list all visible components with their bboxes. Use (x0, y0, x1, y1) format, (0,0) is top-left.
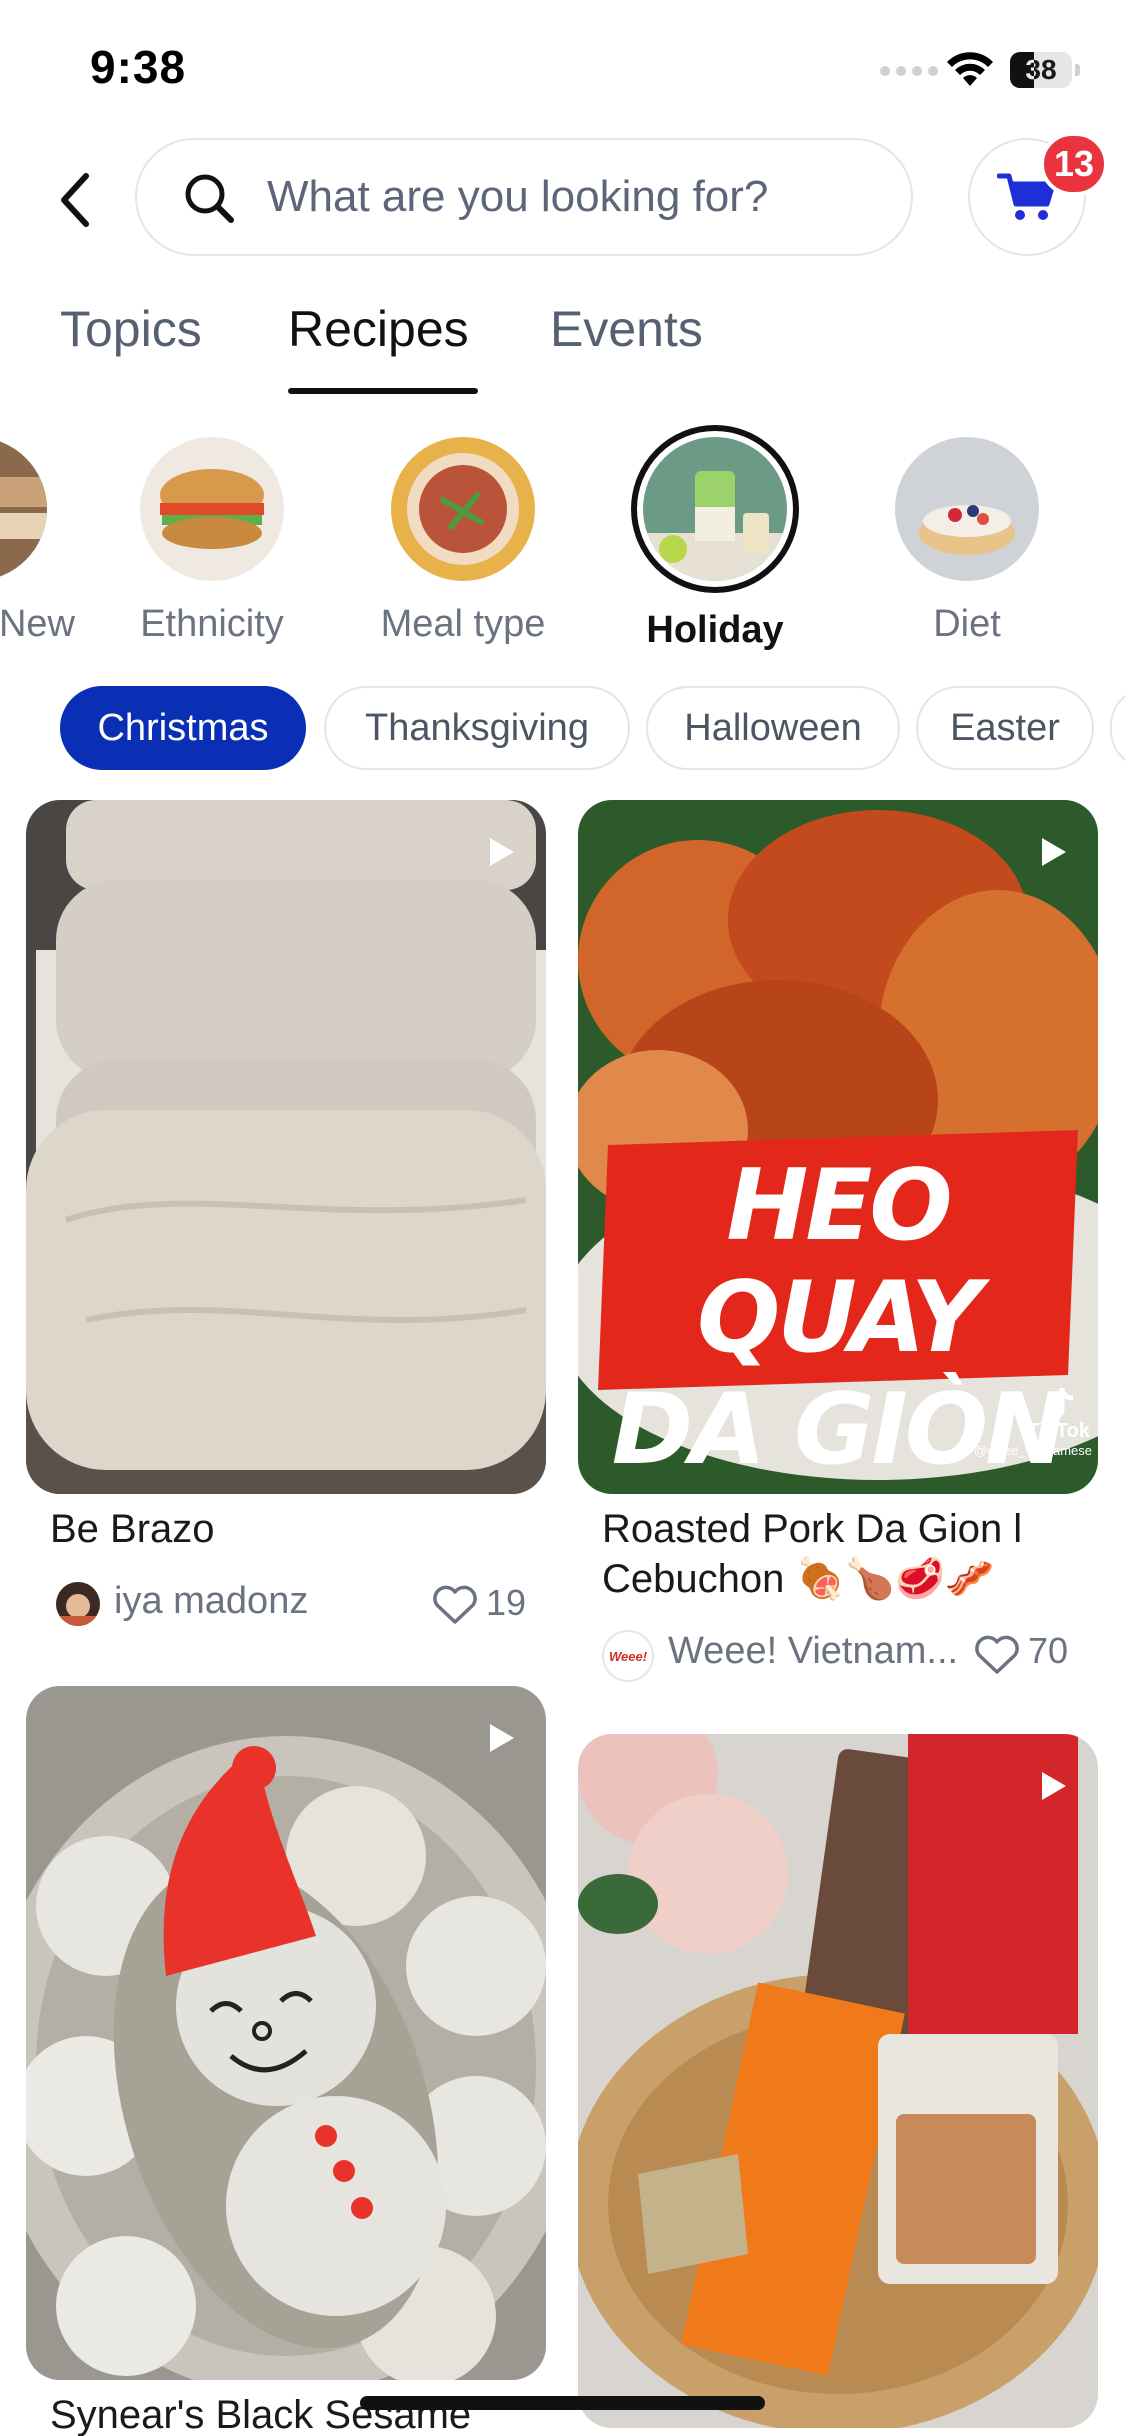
heart-icon[interactable] (432, 1584, 478, 1626)
author-name[interactable]: Weee! Vietnam... (668, 1630, 958, 1673)
wifi-icon (947, 52, 993, 86)
stew-bowl-image (391, 437, 535, 581)
search-input[interactable] (267, 162, 867, 232)
sandwich-image (140, 437, 284, 581)
recipe-title: Roasted Pork Da Gion l Cebuchon 🍖🍗🥩🥓 (602, 1507, 1023, 1601)
tiktok-label: TikTok (1027, 1420, 1090, 1442)
cart-count-badge: 13 (1040, 132, 1108, 196)
content-tabs: Topics Recipes Events (0, 290, 1125, 400)
like-count: 19 (486, 1582, 527, 1623)
chip-thanksgiving[interactable]: Thanksgiving (324, 686, 630, 770)
category-meal-type[interactable]: Meal type (363, 425, 563, 646)
search-icon (185, 174, 234, 223)
category-label: Holiday (646, 609, 784, 651)
home-indicator (360, 2396, 765, 2410)
recipe-card[interactable]: HEO QUAY DA GIÒN TikTok @weee_vietnamese… (578, 800, 1098, 1700)
chip-halloween[interactable]: Halloween (646, 686, 900, 770)
holiday-filter-chips: Christmas Thanksgiving Halloween Easter (0, 686, 1125, 770)
fruit-tart-image (895, 437, 1039, 581)
tiktok-icon (1047, 1388, 1074, 1419)
category-label: Ethnicity (140, 603, 284, 645)
gift-basket-dried-foods[interactable] (578, 1734, 1098, 2428)
snowman-rice-balls[interactable] (26, 1686, 546, 2380)
status-bar: 9:38 38 (0, 0, 1125, 135)
category-holiday[interactable]: Holiday (615, 425, 815, 652)
active-tab-indicator (288, 388, 478, 394)
category-label: Meal type (380, 603, 546, 645)
weee-logo: Weee! (608, 1648, 648, 1664)
avatar (56, 1582, 100, 1626)
search-bar[interactable] (135, 138, 913, 256)
avatar: Weee! (602, 1630, 654, 1682)
flour-dusted-bread-rolls[interactable] (26, 800, 546, 1494)
new-dish-image (0, 437, 47, 581)
recipe-card[interactable] (578, 1734, 1098, 2434)
author-name[interactable]: iya madonz (114, 1580, 308, 1623)
battery-icon: 38 (1010, 52, 1080, 88)
category-carousel: New Ethnicity Meal type Holiday Diet (0, 425, 1125, 651)
recipe-card[interactable]: Synear's Black Sesame (26, 1686, 546, 2436)
chip-christmas[interactable]: Christmas (60, 686, 306, 770)
recipes-page: 9:38 38 What are you looking for? 13 Top… (0, 0, 1125, 2436)
recipe-card[interactable]: Be Brazo iya madonz 19 (26, 800, 546, 1670)
cellular-signal-icon (880, 66, 938, 76)
play-icon (1042, 838, 1066, 866)
like-count: 70 (1028, 1630, 1069, 1671)
category-diet[interactable]: Diet (867, 425, 1067, 646)
tab-topics[interactable]: Topics (60, 300, 202, 358)
roasted-pork-video[interactable]: HEO QUAY DA GIÒN TikTok @weee_vietnamese (578, 800, 1098, 1494)
category-new[interactable]: New (0, 425, 75, 646)
recipe-title: Be Brazo (50, 1507, 215, 1551)
play-icon (490, 838, 514, 866)
category-label: Diet (933, 603, 1001, 645)
chevron-left-icon (61, 173, 89, 227)
category-ethnicity[interactable]: Ethnicity (112, 425, 312, 646)
category-label: New (0, 603, 75, 645)
status-time: 9:38 (90, 41, 187, 93)
tab-recipes[interactable]: Recipes (288, 300, 469, 358)
chip-more[interactable] (1110, 686, 1125, 770)
chip-easter[interactable]: Easter (916, 686, 1094, 770)
overlay-line: HEO QUAY (696, 1149, 982, 1375)
green-drink-image (631, 425, 799, 593)
tiktok-watermark: TikTok @weee_vietnamese (974, 1386, 1092, 1458)
play-icon (1042, 1772, 1066, 1800)
battery-percentage: 38 (1025, 54, 1057, 85)
tiktok-handle: @weee_vietnamese (974, 1443, 1092, 1458)
heart-icon[interactable] (974, 1634, 1020, 1676)
play-icon (490, 1724, 514, 1752)
back-button[interactable] (50, 160, 100, 240)
tab-events[interactable]: Events (550, 300, 703, 358)
